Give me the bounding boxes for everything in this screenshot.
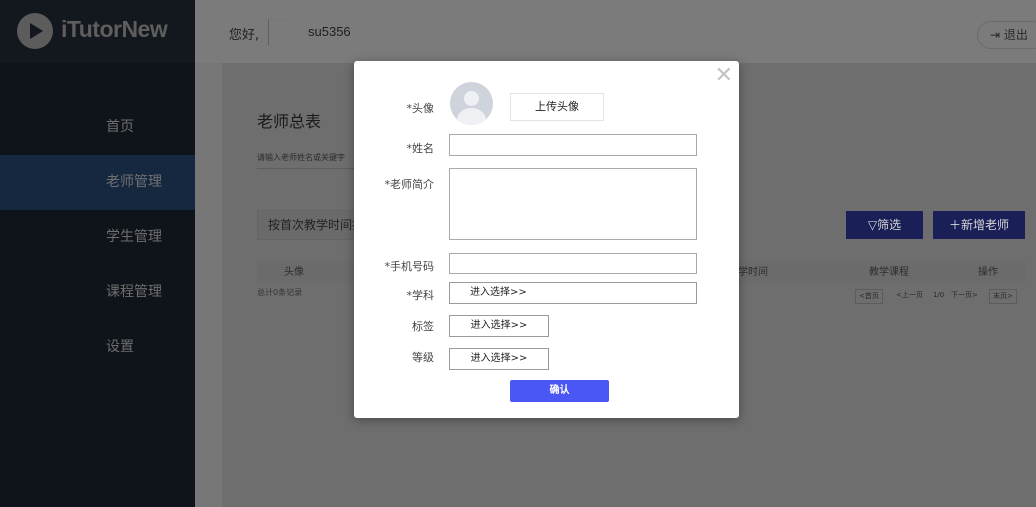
upload-avatar-button[interactable]: 上传头像 — [510, 93, 604, 121]
sidebar-item-courses[interactable]: 课程管理 — [0, 265, 195, 320]
intro-textarea[interactable] — [449, 168, 697, 240]
logout-label: 退出 — [1003, 28, 1028, 42]
total-count: 总计0条记录 — [257, 288, 303, 297]
pager-page: 1/0 — [933, 291, 945, 299]
add-teacher-label: 新增老师 — [961, 218, 1010, 232]
add-teacher-modal: ✕ *头像 上传头像 *姓名 *老师简介 *手机号码 *学科 进入选择>> 标签… — [354, 61, 739, 418]
pager-prev[interactable]: <上一页 — [896, 289, 923, 304]
sidebar-nav: 首页 老师管理 学生管理 课程管理 设置 — [0, 100, 195, 375]
pager-first[interactable]: <首页 — [855, 289, 883, 304]
logout-button[interactable]: ⇥ 退出 — [977, 21, 1036, 49]
greeting-text: 您好, — [229, 28, 260, 43]
avatar-placeholder-icon — [450, 82, 493, 125]
column-header-course: 教学课程 — [869, 267, 909, 278]
plus-icon: ＋ — [948, 218, 961, 232]
play-logo-icon — [17, 13, 53, 49]
name-input[interactable] — [449, 134, 697, 156]
close-icon[interactable]: ✕ — [715, 65, 733, 87]
logo-text: iTutorNew — [61, 16, 168, 42]
column-header-time: 学时间 — [738, 267, 768, 278]
pager-next[interactable]: 下一页> — [951, 289, 978, 304]
column-header-actions: 操作 — [978, 267, 998, 278]
avatar[interactable] — [268, 19, 294, 45]
name-label: *姓名 — [406, 142, 435, 155]
tag-select-button[interactable]: 进入选择>> — [449, 315, 549, 337]
pager-last[interactable]: 末页> — [989, 289, 1017, 304]
logout-icon: ⇥ — [990, 28, 1001, 42]
avatar-label: *头像 — [406, 102, 435, 115]
add-teacher-button[interactable]: ＋新增老师 — [933, 211, 1025, 239]
subject-label: *学科 — [406, 289, 435, 302]
level-label: 等级 — [412, 351, 434, 364]
tag-label: 标签 — [412, 320, 434, 333]
logo[interactable]: iTutorNew — [0, 0, 195, 63]
app-root: iTutorNew 首页 老师管理 学生管理 课程管理 设置 您好, su535… — [0, 0, 1036, 507]
page-title: 老师总表 — [257, 112, 322, 131]
sidebar-item-settings[interactable]: 设置 — [0, 320, 195, 375]
confirm-button[interactable]: 确认 — [510, 380, 609, 402]
level-select-button[interactable]: 进入选择>> — [449, 348, 549, 370]
subject-select-button[interactable]: 进入选择>> — [449, 282, 697, 304]
filter-button[interactable]: ▽筛选 — [846, 211, 923, 239]
phone-label: *手机号码 — [384, 260, 435, 273]
username: su5356 — [308, 24, 351, 39]
filter-icon: ▽ — [867, 218, 878, 232]
sidebar-item-teachers[interactable]: 老师管理 — [0, 155, 195, 210]
phone-input[interactable] — [449, 253, 697, 274]
intro-label: *老师简介 — [384, 178, 435, 191]
column-header-avatar: 头像 — [284, 267, 304, 278]
filter-label: 筛选 — [877, 218, 902, 232]
top-header: 您好, su5356 ⇥ 退出 — [195, 0, 1036, 63]
sidebar-item-students[interactable]: 学生管理 — [0, 210, 195, 265]
sidebar-item-home[interactable]: 首页 — [0, 100, 195, 155]
sidebar: iTutorNew 首页 老师管理 学生管理 课程管理 设置 — [0, 0, 195, 507]
